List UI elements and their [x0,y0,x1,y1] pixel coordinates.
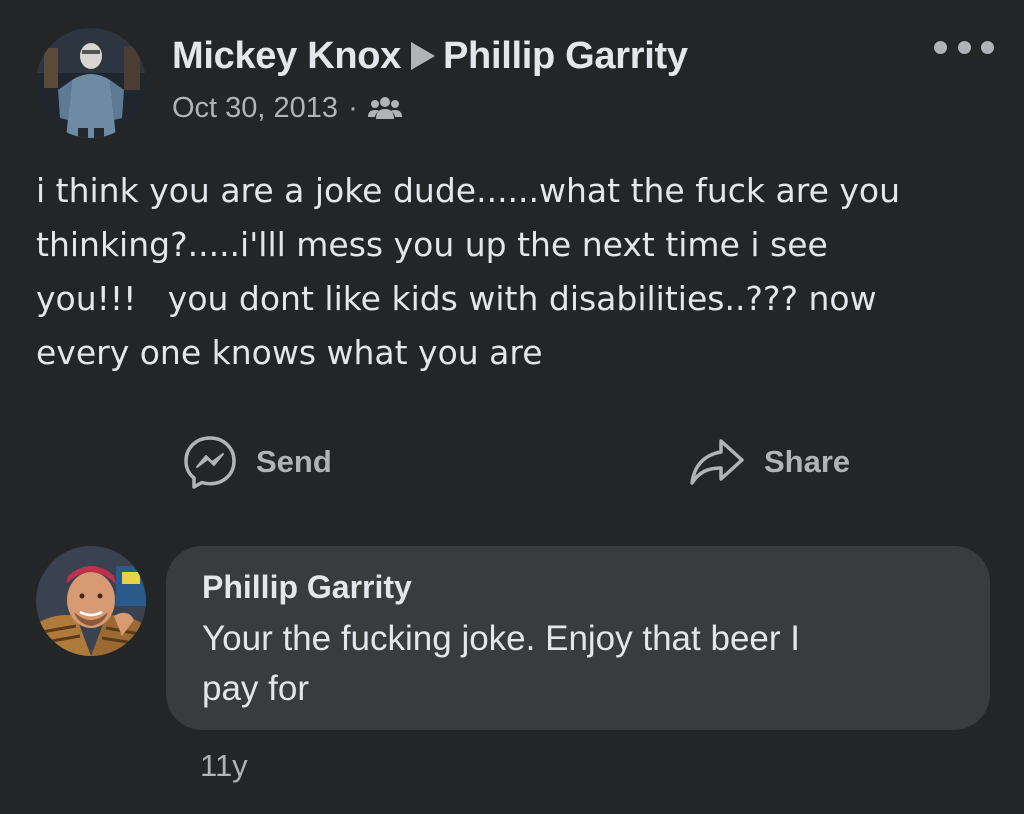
more-options-icon[interactable] [934,34,994,60]
comment-author-avatar[interactable] [36,546,146,656]
share-label: Share [764,444,851,479]
post-author-name[interactable]: Mickey Knox [172,35,401,78]
more-dot [981,40,994,54]
send-button[interactable]: Send [182,432,332,492]
post-text: i think you are a joke dude......what th… [36,171,900,372]
meta-separator: · [348,91,358,124]
post-date[interactable]: Oct 30, 2013 [172,92,338,125]
friends-icon [367,95,402,121]
messenger-icon [184,436,236,489]
more-dot [957,40,971,54]
post-meta: Oct 30, 2013 · [172,88,402,128]
share-arrow-icon [690,439,744,485]
comment-author-name[interactable]: Phillip Garrity [202,566,954,608]
post-recipient-name[interactable]: Phillip Garrity [443,35,688,78]
send-label: Send [256,444,332,479]
right-triangle-icon [411,42,436,70]
more-dot [934,40,947,54]
comment-timestamp[interactable]: 11y [200,748,248,784]
post-author-avatar[interactable] [36,28,146,138]
comment-text: Your the fucking joke. Enjoy that beer I… [202,619,800,708]
share-button[interactable]: Share [688,432,850,492]
comment-bubble[interactable]: Phillip Garrity Your the fucking joke. E… [166,546,990,730]
post-header: Mickey Knox Phillip Garrity [172,28,688,84]
